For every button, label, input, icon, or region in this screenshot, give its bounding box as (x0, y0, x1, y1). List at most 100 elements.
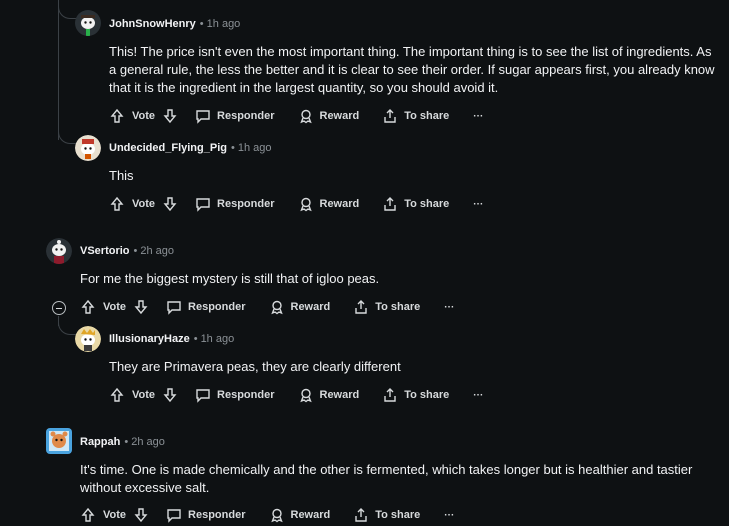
share-label: To share (404, 198, 450, 210)
comment-actions: Vote Responder Reward To share ··· (80, 296, 454, 318)
more-icon: ··· (444, 509, 455, 521)
timestamp[interactable]: 1h ago (238, 142, 272, 154)
comment-actions: Vote Responder Reward To share ··· (109, 193, 483, 215)
more-options-button[interactable]: ··· (473, 199, 483, 210)
comment-meta: IllusionaryHaze • 1h ago (109, 333, 235, 345)
reply-button[interactable]: Responder (166, 507, 246, 523)
share-icon (355, 300, 367, 314)
upvote-button[interactable] (109, 108, 125, 124)
share-label: To share (404, 110, 450, 122)
reward-label: Reward (319, 389, 360, 401)
arrow-up-icon (110, 196, 124, 211)
share-icon (384, 109, 396, 123)
more-options-button[interactable]: ··· (473, 111, 483, 122)
vote-label: Vote (132, 110, 156, 122)
vote-label: Vote (132, 198, 156, 210)
share-icon (384, 388, 396, 402)
reply-button[interactable]: Responder (166, 299, 246, 315)
comment-body: They are Primavera peas, they are clearl… (109, 359, 401, 374)
share-button[interactable]: To share (353, 299, 420, 315)
upvote-button[interactable] (109, 196, 125, 212)
timestamp[interactable]: 1h ago (201, 333, 235, 345)
arrow-down-icon (163, 197, 177, 212)
award-icon (299, 109, 312, 124)
award-icon (270, 508, 283, 523)
collapse-thread-button[interactable] (52, 301, 66, 315)
award-icon (299, 197, 312, 212)
author-link[interactable]: IllusionaryHaze (109, 333, 190, 345)
vote-label: Vote (103, 301, 127, 313)
downvote-button[interactable] (162, 387, 178, 403)
reward-button[interactable]: Reward (298, 196, 359, 212)
arrow-down-icon (134, 508, 148, 523)
award-icon (270, 300, 283, 315)
downvote-button[interactable] (162, 108, 178, 124)
arrow-down-icon (163, 388, 177, 403)
reward-button[interactable]: Reward (298, 108, 360, 124)
avatar[interactable] (75, 326, 101, 352)
author-link[interactable]: Rappah (80, 436, 120, 448)
downvote-button[interactable] (162, 196, 178, 212)
arrow-up-icon (81, 299, 95, 314)
more-options-button[interactable]: ··· (473, 390, 483, 401)
comment-meta: Rappah • 2h ago (80, 436, 165, 448)
vote-label: Vote (103, 509, 127, 521)
arrow-up-icon (81, 507, 95, 522)
reward-label: Reward (290, 509, 331, 521)
more-icon: ··· (473, 110, 484, 122)
comment-icon (196, 110, 210, 124)
downvote-button[interactable] (133, 299, 149, 315)
share-label: To share (375, 509, 421, 521)
avatar[interactable] (46, 238, 72, 264)
reply-label: Responder (217, 389, 275, 401)
arrow-up-icon (110, 387, 124, 402)
share-icon (384, 197, 396, 211)
share-button[interactable]: To share (353, 507, 420, 523)
upvote-button[interactable] (80, 299, 96, 315)
comment-icon (167, 301, 181, 315)
comment-meta: Undecided_Flying_Pig • 1h ago (109, 142, 272, 154)
more-options-button[interactable]: ··· (444, 302, 454, 313)
share-button[interactable]: To share (382, 387, 449, 403)
share-label: To share (404, 389, 450, 401)
reply-label: Responder (217, 198, 275, 210)
comment-icon (167, 509, 181, 523)
reply-label: Responder (217, 110, 275, 122)
more-icon: ··· (444, 301, 455, 313)
award-icon (299, 388, 312, 403)
reply-label: Responder (188, 509, 246, 521)
author-link[interactable]: Undecided_Flying_Pig (109, 142, 227, 154)
more-options-button[interactable]: ··· (444, 510, 454, 521)
author-link[interactable]: VSertorio (80, 245, 130, 257)
share-button[interactable]: To share (382, 108, 449, 124)
share-label: To share (375, 301, 421, 313)
reply-button[interactable]: Responder (195, 196, 275, 212)
share-button[interactable]: To share (382, 196, 449, 212)
timestamp[interactable]: 2h ago (131, 436, 165, 448)
reply-button[interactable]: Responder (195, 108, 275, 124)
upvote-button[interactable] (80, 507, 96, 523)
vote-label: Vote (132, 389, 156, 401)
comment-actions: Vote Responder Reward To share ··· (109, 384, 483, 406)
avatar[interactable] (75, 10, 101, 36)
avatar[interactable] (46, 428, 72, 454)
reward-button[interactable]: Reward (298, 387, 360, 403)
avatar[interactable] (75, 135, 101, 161)
comment-actions: Vote Responder Reward To share ··· (80, 504, 454, 526)
reply-label: Responder (188, 301, 246, 313)
reward-button[interactable]: Reward (269, 299, 331, 315)
timestamp[interactable]: 2h ago (140, 245, 174, 257)
reward-label: Reward (319, 110, 360, 122)
reply-button[interactable]: Responder (195, 387, 275, 403)
reward-button[interactable]: Reward (269, 507, 331, 523)
reward-label: Reward (290, 301, 331, 313)
comment-icon (196, 389, 210, 403)
upvote-button[interactable] (109, 387, 125, 403)
author-link[interactable]: JohnSnowHenry (109, 18, 196, 30)
comment-body: For me the biggest mystery is still that… (80, 271, 380, 286)
downvote-button[interactable] (133, 507, 149, 523)
comment-actions: Vote Responder Reward To share ··· (109, 105, 483, 127)
comment-body: This! The price isn't even the most impo… (109, 44, 715, 95)
arrow-down-icon (163, 109, 177, 124)
timestamp[interactable]: 1h ago (207, 18, 241, 30)
